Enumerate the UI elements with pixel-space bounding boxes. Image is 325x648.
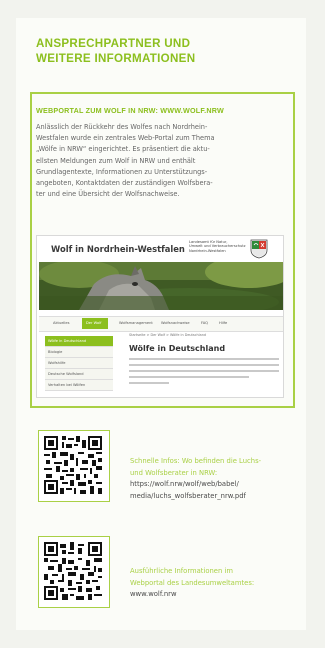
- link-url[interactable]: media/luchs_wolfsberater_nrw.pdf: [130, 491, 306, 503]
- qr-code-icon: [44, 436, 102, 494]
- sidebar-item: Wölfe in Deutschland: [45, 336, 113, 347]
- body-line: „Wölfe in NRW“ eingerichtet. Es präsenti…: [36, 145, 210, 154]
- webportal-title: WEBPORTAL ZUM WOLF IN NRW: WWW.WOLF.NRW: [36, 106, 224, 115]
- site-page-heading: Wölfe in Deutschland: [129, 344, 226, 353]
- text-line: [129, 370, 279, 372]
- body-line: Anlässlich der Rückkehr des Wolfes nach …: [36, 123, 208, 131]
- nav-item: Hilfe: [219, 321, 228, 325]
- text-line: [129, 376, 249, 378]
- org-line: Nordrhein-Westfalen: [189, 248, 226, 253]
- nav-item: Wolfsnachweise: [161, 321, 190, 325]
- section-heading: ANSPRECHPARTNER UND WEITERE INFORMATIONE…: [36, 36, 286, 66]
- wolf-photo: [39, 262, 283, 310]
- qr-code-icon: [44, 542, 102, 600]
- body-line: Grundlagentexte, Informationen zu Unters…: [36, 167, 208, 176]
- link-label: und Wolfsberater in NRW:: [130, 468, 218, 477]
- heading-line-1: ANSPRECHPARTNER UND: [36, 37, 191, 50]
- link-url[interactable]: https://wolf.nrw/wolf/web/babel/: [130, 479, 306, 491]
- site-org: Landesamt für Natur, Umwelt und Verbrauc…: [189, 240, 246, 253]
- website-screenshot: Wolf in Nordrhein-Westfalen Landesamt fü…: [36, 235, 284, 398]
- body-line: angeboten, Kontaktdaten der zuständigen …: [36, 179, 213, 188]
- nav-item: Wolfsmanagement: [119, 321, 153, 325]
- site-title: Wolf in Nordrhein-Westfalen: [51, 244, 185, 254]
- site-sidebar: Wölfe in Deutschland Biologie Wolfshilfe…: [45, 336, 113, 391]
- nav-item: Aktuelles: [53, 321, 70, 325]
- text-line: [129, 364, 279, 366]
- body-line: ter und eine Übersicht der Wolfsnachweis…: [36, 190, 180, 199]
- link-label: Schnelle Infos: Wo befinden die Luchs-: [130, 457, 262, 465]
- sidebar-item: Deutsche Wolfsland: [45, 369, 113, 380]
- nav-item: FAQ: [201, 321, 208, 325]
- webportal-description: Anlässlich der Rückkehr des Wolfes nach …: [36, 122, 290, 200]
- webportal-link-block[interactable]: Ausführliche Informationen im Webportal …: [130, 566, 306, 601]
- sidebar-item: Verhalten bei Wölfen: [45, 380, 113, 391]
- link-url[interactable]: www.wolf.nrw: [130, 589, 306, 601]
- link-label: Ausführliche Informationen im: [130, 567, 233, 575]
- qr-code-webportal[interactable]: [38, 536, 110, 608]
- text-line: [129, 358, 279, 360]
- body-line: ellsten Meldungen zum Wolf in NRW und en…: [36, 156, 196, 165]
- wolfsberater-link-block[interactable]: Schnelle Infos: Wo befinden die Luchs- u…: [130, 456, 306, 502]
- text-line: [129, 382, 169, 384]
- sidebar-item: Biologie: [45, 347, 113, 358]
- nav-item: Der Wolf: [86, 321, 102, 325]
- site-nav: Aktuelles Der Wolf Wolfsmanagement Wolfs…: [39, 316, 283, 332]
- qr-code-wolfsberater[interactable]: [38, 430, 110, 502]
- site-breadcrumb: Startseite > Der Wolf > Wölfe in Deutsch…: [129, 333, 206, 337]
- nrw-crest-icon: [250, 239, 268, 259]
- sidebar-item: Wolfshilfe: [45, 358, 113, 369]
- body-line: Westfalen wurde ein zentrales Web-Portal…: [36, 134, 215, 143]
- link-label: Webportal des Landesumweltamtes:: [130, 578, 255, 587]
- heading-line-2: WEITERE INFORMATIONEN: [36, 52, 196, 65]
